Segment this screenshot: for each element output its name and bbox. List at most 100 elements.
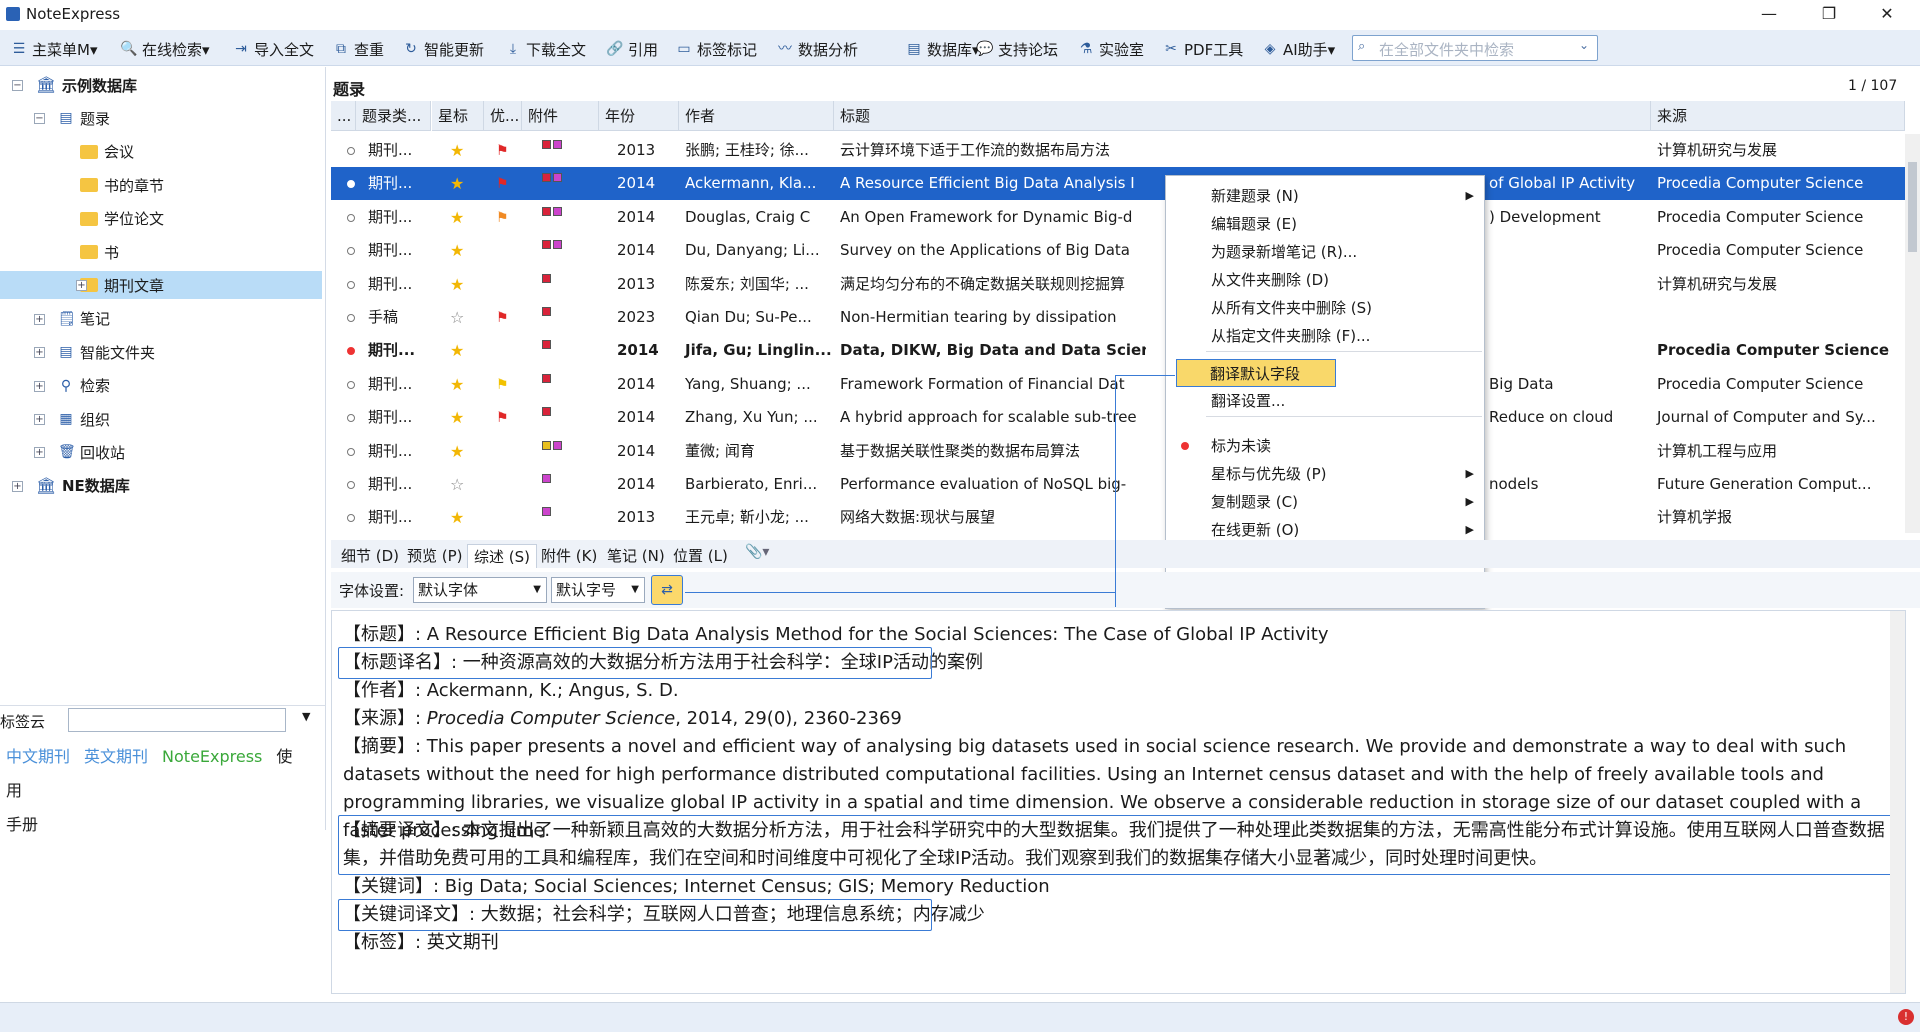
star-icon[interactable]: ★ (432, 334, 484, 367)
flag-icon[interactable] (484, 435, 522, 468)
detail-tab[interactable]: 细节 (D) (335, 544, 405, 568)
detail-scrollbar[interactable] (1890, 611, 1905, 993)
star-icon[interactable]: ☆ (432, 468, 484, 501)
expand-toggle-icon[interactable]: − (12, 80, 23, 91)
attachment-icon[interactable] (522, 501, 599, 533)
column-header[interactable]: 附件 (522, 101, 599, 131)
star-icon[interactable]: ★ (432, 435, 484, 468)
expand-toggle-icon[interactable]: + (34, 347, 45, 359)
toolbar-button-5[interactable]: ⤓ 下载全文 (504, 38, 586, 60)
table-row[interactable]: 期刊... ★ 2014 Jifa, Gu; Linglin... Data, DIKW… (331, 334, 1905, 367)
attachment-icon[interactable] (522, 334, 599, 367)
flag-icon[interactable]: ⚑ (484, 134, 522, 167)
close-button[interactable]: ✕ (1864, 0, 1910, 30)
context-menu-item[interactable]: 从文件夹删除 (D) (1166, 266, 1486, 294)
font-family-select[interactable]: 默认字体 ▼ (413, 577, 547, 603)
table-row[interactable]: 期刊... ★ ⚑ 2014 Zhang, Xu Yun; ... A hybrid ap… (331, 401, 1905, 434)
toolbar-button-2[interactable]: ⇥ 导入全文 (232, 38, 314, 60)
tree-item[interactable]: 期刊文章 (0, 271, 322, 300)
alert-icon[interactable]: ! (1898, 1009, 1914, 1025)
attachment-icon[interactable] (522, 234, 599, 267)
flag-icon[interactable] (484, 234, 522, 267)
attachment-icon[interactable] (522, 435, 599, 468)
expand-toggle-icon[interactable]: + (12, 480, 23, 492)
list-scrollbar[interactable] (1905, 134, 1920, 533)
attachment-icon[interactable] (522, 167, 599, 200)
detail-tab[interactable]: 预览 (P) (401, 544, 469, 568)
table-row[interactable]: 期刊... ★ ⚑ 2013 张鹏; 王桂玲; 徐... 云计算环境下适于工作流的数据布局… (331, 134, 1905, 167)
attachment-icon[interactable] (522, 368, 599, 401)
flag-icon[interactable]: ⚑ (484, 301, 522, 334)
toolbar-button-11[interactable]: ⚗ 实验室 (1077, 38, 1144, 60)
star-icon[interactable]: ★ (432, 134, 484, 167)
context-menu-item[interactable]: 星标与优先级 (P) ▶ (1166, 460, 1486, 488)
column-header[interactable]: 题录类... (356, 101, 431, 131)
detail-tab[interactable]: 笔记 (N) (601, 544, 671, 568)
attachment-icon[interactable] (522, 134, 599, 167)
toolbar-button-13[interactable]: ◈ AI助手▾ (1261, 38, 1336, 60)
toolbar-button-9[interactable]: ▤ 数据库▾ (905, 38, 979, 60)
context-menu-item[interactable]: 翻译设置... (1166, 387, 1486, 415)
context-menu-item[interactable]: 为题录新增笔记 (R)... (1166, 238, 1486, 266)
translate-icon[interactable]: ⇄ (651, 575, 683, 605)
flag-icon[interactable] (484, 468, 522, 501)
flag-icon[interactable]: ⚑ (484, 167, 522, 200)
maximize-button[interactable]: ❐ (1806, 0, 1852, 30)
tag-link[interactable]: NoteExpress (162, 747, 262, 766)
paperclip-icon[interactable]: 📎▾ (745, 544, 769, 560)
expand-toggle-icon[interactable]: + (34, 414, 45, 425)
attachment-icon[interactable] (522, 201, 599, 234)
detail-tab[interactable]: 位置 (L) (667, 544, 734, 568)
flag-icon[interactable]: ⚑ (484, 368, 522, 401)
tree-item[interactable]: ▤ 智能文件夹 (58, 338, 155, 366)
context-menu-item[interactable]: 从所有文件夹中删除 (S) (1166, 294, 1486, 322)
star-icon[interactable]: ★ (432, 201, 484, 234)
tree-item[interactable]: ⚲ 检索 (58, 372, 110, 400)
column-header[interactable]: 来源 (1651, 101, 1905, 131)
tree-item[interactable]: 🗑 回收站 (58, 438, 125, 466)
flag-icon[interactable] (484, 268, 522, 301)
table-row[interactable]: 手稿 ☆ ⚑ 2023 Qian Du; Su-Pe... Non-Hermitian t… (331, 301, 1905, 334)
flag-icon[interactable]: ⚑ (484, 201, 522, 234)
minimize-button[interactable]: — (1746, 0, 1792, 30)
context-menu-item[interactable]: 从指定文件夹删除 (F)... (1166, 322, 1486, 350)
toolbar-button-4[interactable]: ↻ 智能更新 (402, 38, 484, 60)
tree-item[interactable]: ▦ 组织 (58, 405, 110, 433)
tree-item[interactable]: ▤ 题录 (58, 104, 110, 132)
context-menu-item[interactable]: 翻译默认字段 (1176, 359, 1336, 387)
expand-toggle-icon[interactable]: + (76, 280, 87, 292)
table-row[interactable]: 期刊... ★ 2014 董微; 闻育 基于数据关联性聚类的数据布局算法 计算机工程与应用 (331, 435, 1905, 468)
star-icon[interactable]: ★ (432, 401, 484, 434)
attachment-icon[interactable] (522, 468, 599, 501)
tree-item[interactable]: 🗒 笔记 (58, 305, 110, 333)
star-icon[interactable]: ★ (432, 234, 484, 267)
context-menu-item[interactable]: 复制题录 (C) ▶ (1166, 488, 1486, 516)
toolbar-button-0[interactable]: ☰ 主菜单M▾ (10, 38, 98, 60)
toolbar-button-12[interactable]: ✂ PDF工具 (1162, 38, 1243, 60)
toolbar-button-8[interactable]: 〰数据分析 (776, 38, 858, 60)
star-icon[interactable]: ★ (432, 268, 484, 301)
attachment-icon[interactable] (522, 401, 599, 434)
table-row[interactable]: 期刊... ★ 2013 王元卓; 靳小龙; ... 网络大数据:现状与展望 计算机学报 (331, 501, 1905, 533)
context-menu-item[interactable]: 新建题录 (N) ▶ (1166, 182, 1486, 210)
chevron-down-icon[interactable]: ▼ (302, 710, 310, 723)
table-row[interactable]: 期刊... ☆ 2014 Barbierato, Enri... Performance… (331, 468, 1905, 501)
column-header[interactable]: 标题 (834, 101, 1651, 131)
tag-link[interactable]: 手册 (6, 808, 308, 842)
flag-icon[interactable] (484, 334, 522, 367)
tree-item[interactable]: 书的章节 (80, 171, 164, 199)
toolbar-button-1[interactable]: 🔍 在线检索▾ (120, 38, 209, 60)
star-icon[interactable]: ★ (432, 501, 484, 533)
column-header[interactable]: 星标 (432, 101, 484, 131)
table-row[interactable]: 期刊... ★ 2013 陈爱东; 刘国华; ... 满足均匀分布的不确定数据关联规则挖… (331, 268, 1905, 301)
detail-tab[interactable]: 附件 (K) (535, 544, 603, 568)
column-header[interactable]: ... (331, 101, 356, 131)
star-icon[interactable]: ★ (432, 368, 484, 401)
chevron-down-icon[interactable]: ⌄ (1579, 38, 1589, 52)
tree-item[interactable]: 书 (80, 238, 119, 266)
expand-toggle-icon[interactable]: + (34, 313, 45, 325)
star-icon[interactable]: ☆ (432, 301, 484, 334)
table-row[interactable]: 期刊... ★ ⚑ 2014 Ackermann, Kla... A Resource E… (331, 167, 1905, 201)
context-menu-item[interactable]: 标为未读 (1166, 432, 1486, 460)
tree-item[interactable]: 🏛 示例数据库 (36, 71, 137, 99)
